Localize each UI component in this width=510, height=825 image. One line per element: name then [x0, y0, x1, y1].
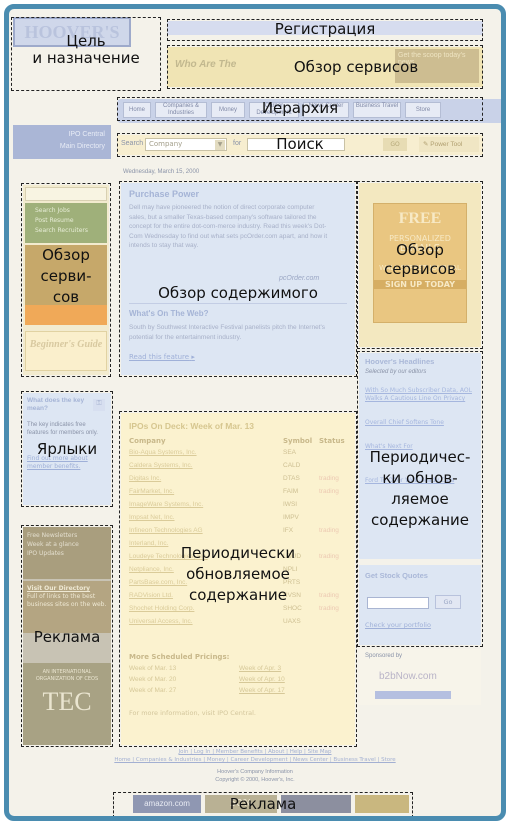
sponsor-label: Sponsored by	[365, 653, 403, 659]
annotation-registration: Регистрация	[274, 20, 376, 38]
annotation-services-right: Обзор сервисов	[384, 241, 456, 278]
annotation-ads-bottom: Реклама	[229, 795, 297, 813]
annotation-search: Поиск	[276, 135, 324, 153]
annotation-content: Обзор содержимого	[158, 284, 318, 302]
footer-links-2[interactable]: Home | Companies & Industries | Money | …	[9, 757, 501, 763]
annotation-periodic-center: Периодически обновляемое содержание	[180, 544, 296, 604]
sponsor-logo: b2bNow.com	[379, 671, 437, 682]
annotation-services-left: Обзор серви- сов	[40, 246, 92, 306]
annotation-hierarchy: Иерархия	[261, 99, 339, 117]
annotation-ads-left: Реклама	[33, 628, 101, 646]
left-nav-block: IPO Central Main Directory	[13, 125, 111, 159]
annotation-shortcuts: Ярлыки	[36, 440, 98, 458]
date-text: Wednesday, March 15, 2000	[123, 169, 200, 175]
annotation-goal: Цель и назначение	[32, 32, 140, 68]
footer-copyright: Copyright © 2000, Hoover's, Inc.	[215, 777, 295, 783]
annotation-services-top: Обзор сервисов	[293, 58, 419, 76]
ipo-central-link[interactable]: IPO Central	[68, 131, 105, 138]
footer-company: Hoover's Company Information	[217, 769, 293, 775]
page-frame: HOOVER'S Who Are The Get the scoop today…	[4, 4, 506, 821]
footer-links-1[interactable]: Join | Log In | Member Benefits | About …	[9, 749, 501, 755]
annotation-periodic-right: Периодичес- ки обнов- ляемое содержание	[369, 448, 471, 529]
sponsor-panel[interactable]: Sponsored by b2bNow.com	[359, 649, 481, 705]
annotation-box-content	[119, 181, 357, 377]
main-directory-link[interactable]: Main Directory	[60, 143, 105, 150]
sponsor-strip	[375, 691, 451, 699]
